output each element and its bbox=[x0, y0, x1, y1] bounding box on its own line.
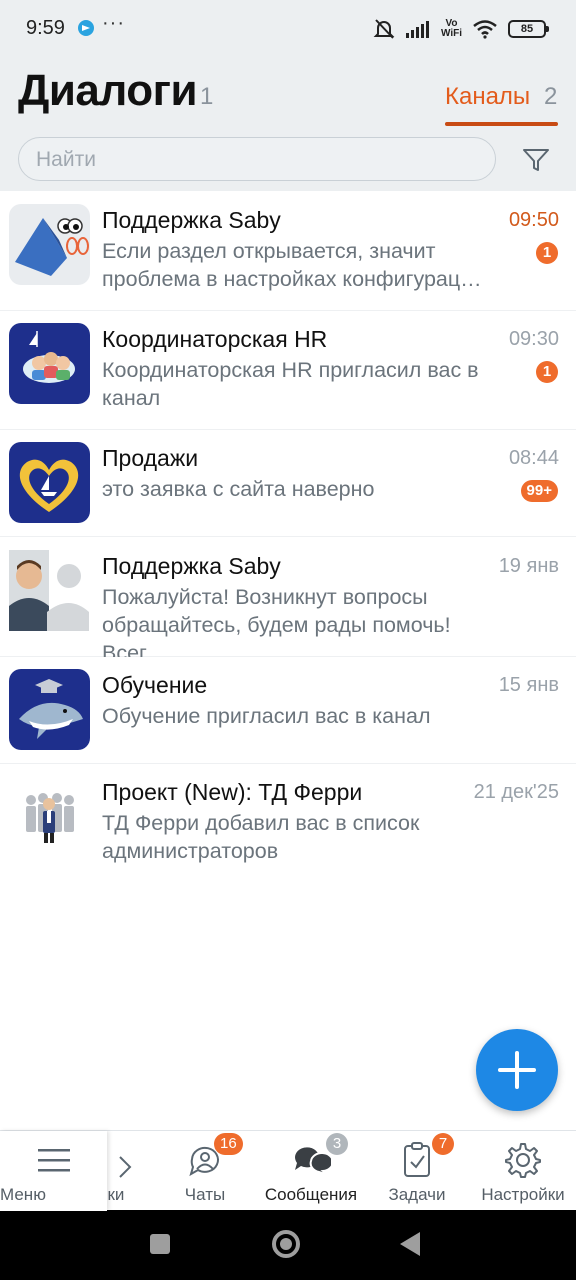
avatar bbox=[9, 204, 90, 285]
header: Диалоги 1 Каналы 2 Найти bbox=[0, 58, 576, 191]
dialog-message: Пожалуйста! Возникнут вопросы обращайтес… bbox=[102, 585, 451, 665]
add-button[interactable] bbox=[476, 1029, 558, 1111]
wifi-icon bbox=[473, 20, 497, 39]
nav-settings[interactable]: Настройки bbox=[470, 1131, 576, 1211]
tab-underline bbox=[445, 122, 558, 126]
messages-badge: 3 bbox=[326, 1133, 348, 1155]
signal-icon bbox=[405, 21, 429, 38]
hamburger-icon bbox=[37, 1149, 70, 1172]
status-bar: 9:59 ··· Vo WiFi 85 bbox=[0, 0, 576, 58]
system-nav-bar bbox=[0, 1210, 576, 1280]
nav-label-tasks: Задачи bbox=[388, 1185, 446, 1204]
unread-badge: 1 bbox=[536, 242, 558, 264]
tasks-icon bbox=[404, 1142, 430, 1177]
more-notifications-icon: ··· bbox=[102, 12, 125, 34]
chevron-right-icon bbox=[119, 1156, 132, 1178]
dialog-name: Проект (New): ТД Ферри bbox=[102, 779, 363, 805]
avatar bbox=[9, 550, 90, 631]
dialog-time: 19 янв bbox=[498, 555, 559, 577]
status-time: 9:59 bbox=[26, 17, 65, 39]
dialog-row[interactable]: Проект (New): ТД Ферри 21 дек'25 ТД Ферр… bbox=[0, 764, 576, 884]
nav-label-settings: Настройки bbox=[481, 1185, 565, 1204]
dialog-message: Обучение пригласил вас в канал bbox=[102, 704, 431, 728]
dialog-name: Обучение bbox=[102, 672, 208, 698]
recents-button[interactable] bbox=[150, 1234, 170, 1254]
unread-badge: 99+ bbox=[520, 480, 558, 502]
dialog-message: Координаторская HR пригласил вас в канал bbox=[102, 358, 479, 410]
dialog-message: ТД Ферри добавил вас в список администра… bbox=[102, 811, 420, 863]
home-button[interactable] bbox=[272, 1230, 300, 1258]
bottom-nav: Меню ики 16 Чаты 3 Сообщения 7 Задачи На… bbox=[0, 1130, 576, 1211]
dialog-name: Поддержка Saby bbox=[102, 553, 281, 579]
telegram-icon bbox=[78, 20, 94, 36]
nav-label-chats: Чаты bbox=[184, 1185, 226, 1204]
page-title: Диалоги bbox=[18, 66, 198, 115]
messages-icon bbox=[295, 1147, 331, 1176]
dialog-row[interactable]: Координаторская HR 09:30 Координаторская… bbox=[0, 311, 576, 430]
menu-button[interactable]: Меню bbox=[0, 1131, 107, 1211]
channels-count: 2 bbox=[544, 83, 558, 110]
nav-label-menu: Меню bbox=[0, 1185, 46, 1204]
unread-badge: 1 bbox=[536, 361, 558, 383]
battery-icon: 85 bbox=[508, 20, 549, 38]
dialog-time: 21 дек'25 bbox=[473, 781, 559, 803]
avatar bbox=[9, 776, 90, 857]
avatar bbox=[9, 323, 90, 404]
back-button[interactable] bbox=[400, 1232, 420, 1256]
dialog-row[interactable]: Поддержка Saby 19 янв Пожалуйста! Возник… bbox=[0, 537, 576, 665]
dialog-message: это заявка с сайта наверно bbox=[102, 477, 375, 501]
dialog-name: Поддержка Saby bbox=[102, 207, 281, 233]
dialog-name: Координаторская HR bbox=[102, 326, 328, 352]
tasks-badge: 7 bbox=[432, 1133, 454, 1155]
dialog-time: 09:50 bbox=[508, 209, 559, 231]
avatar bbox=[9, 442, 90, 523]
filter-icon[interactable] bbox=[520, 144, 552, 176]
dialog-row[interactable]: Поддержка Saby 09:50 Если раздел открыва… bbox=[0, 191, 576, 311]
gear-icon bbox=[505, 1143, 541, 1178]
dialog-time: 08:44 bbox=[508, 447, 559, 469]
search-placeholder: Найти bbox=[36, 148, 96, 171]
tab-channels[interactable]: Каналы bbox=[445, 83, 530, 111]
search-input[interactable]: Найти bbox=[18, 137, 496, 181]
nav-label-messages: Сообщения bbox=[264, 1185, 358, 1204]
nav-chats[interactable]: 16 Чаты bbox=[164, 1131, 246, 1211]
dialogs-count: 1 bbox=[200, 83, 214, 110]
vowifi-icon: Vo WiFi bbox=[440, 18, 462, 39]
dialog-row[interactable]: Продажи 08:44 это заявка с сайта наверно… bbox=[0, 430, 576, 537]
mute-bell-icon bbox=[373, 19, 395, 39]
chats-badge: 16 bbox=[214, 1133, 243, 1155]
dialog-time: 09:30 bbox=[508, 328, 559, 350]
dialog-name: Продажи bbox=[102, 445, 199, 471]
dialog-row[interactable]: Обучение 15 янв Обучение пригласил вас в… bbox=[0, 657, 576, 764]
nav-messages[interactable]: 3 Сообщения bbox=[258, 1131, 364, 1211]
dialog-time: 15 янв bbox=[498, 674, 559, 696]
dialog-message: Если раздел открывается, значит проблема… bbox=[102, 239, 482, 291]
nav-tasks[interactable]: 7 Задачи bbox=[378, 1131, 456, 1211]
avatar bbox=[9, 669, 90, 750]
